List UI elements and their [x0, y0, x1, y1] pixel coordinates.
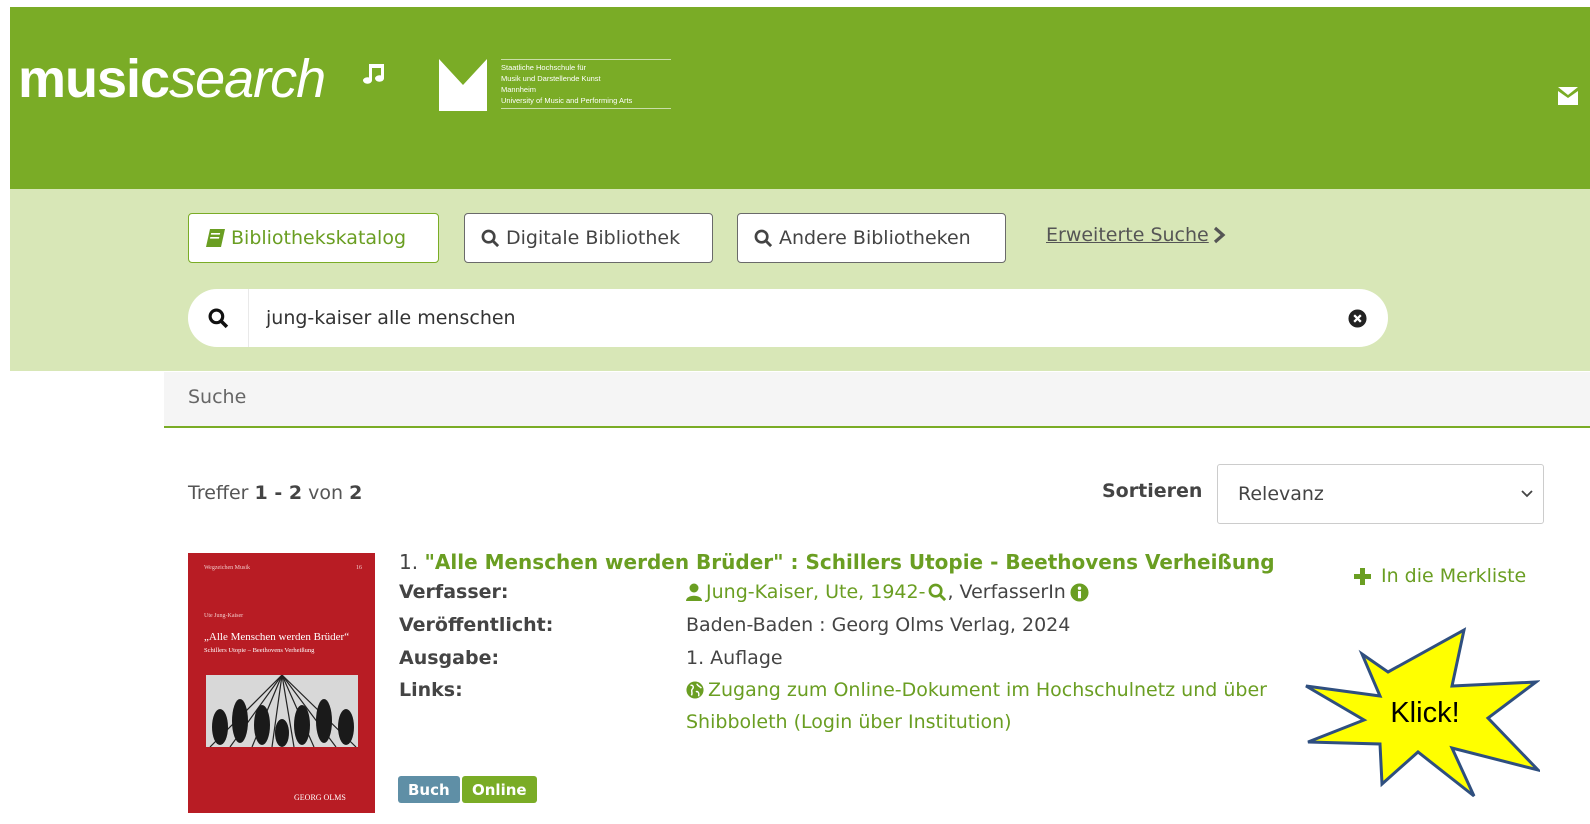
- tab-label: Bibliothekskatalog: [231, 227, 407, 249]
- info-icon[interactable]: [1070, 582, 1089, 602]
- search-bar: [188, 289, 1388, 347]
- breadcrumb: Suche: [164, 372, 1590, 428]
- sort-label: Sortieren: [1102, 480, 1203, 502]
- published-value: Baden-Baden : Georg Olms Verlag, 2024: [686, 614, 1071, 636]
- published-label: Veröffentlicht:: [399, 614, 554, 636]
- badge-online: Online: [462, 776, 537, 803]
- hochschule-logo-icon[interactable]: [439, 59, 487, 111]
- links-label: Links:: [399, 679, 463, 701]
- plus-icon: [1354, 567, 1371, 585]
- online-access-link-cont[interactable]: Shibboleth (Login über Institution): [686, 711, 1012, 733]
- edition-label: Ausgabe:: [399, 647, 500, 669]
- tab-label: Andere Bibliotheken: [779, 227, 971, 249]
- author-label: Verfasser:: [399, 581, 509, 603]
- search-input[interactable]: [266, 303, 1326, 333]
- clear-search-icon[interactable]: [1348, 309, 1367, 328]
- tab-label: Digitale Bibliothek: [506, 227, 681, 249]
- advanced-search-link[interactable]: Erweiterte Suche: [1046, 224, 1226, 246]
- search-icon[interactable]: [208, 308, 229, 329]
- book-icon: [206, 229, 225, 247]
- chevron-down-icon: [1521, 490, 1533, 498]
- sort-select[interactable]: Relevanz: [1217, 464, 1544, 524]
- sort-value: Relevanz: [1238, 483, 1324, 505]
- user-icon: [686, 583, 702, 601]
- author-link[interactable]: Jung-Kaiser, Ute, 1942-: [706, 581, 925, 603]
- search-icon: [481, 229, 500, 247]
- breadcrumb-item[interactable]: Suche: [188, 386, 246, 408]
- site-header: musicsearch Staatliche Hochschule für Mu…: [10, 7, 1590, 189]
- online-access-link[interactable]: Zugang zum Online-Dokument im Hochschuln…: [686, 679, 1267, 701]
- music-note-icon: [363, 64, 384, 84]
- chevron-right-icon: [1213, 226, 1226, 244]
- search-icon[interactable]: [928, 583, 947, 602]
- author-value: Jung-Kaiser, Ute, 1942- , VerfasserIn: [686, 581, 1089, 603]
- globe-icon: [686, 681, 704, 699]
- institution-name: Staatliche Hochschule für Musik und Dars…: [501, 59, 671, 109]
- result-title[interactable]: 1. "Alle Menschen werden Brüder" : Schil…: [399, 550, 1275, 574]
- cover-artwork: [206, 675, 358, 747]
- edition-value: 1. Auflage: [686, 647, 783, 669]
- badge-buch: Buch: [398, 776, 460, 803]
- divider: [248, 289, 249, 347]
- add-to-watchlist-button[interactable]: In die Merkliste: [1354, 565, 1526, 587]
- result-title-link[interactable]: "Alle Menschen werden Brüder" : Schiller…: [424, 550, 1274, 574]
- tab-bibliothekskatalog[interactable]: Bibliothekskatalog: [188, 213, 439, 263]
- klick-callout-text: Klick!: [1390, 697, 1460, 729]
- tab-andere-bibliotheken[interactable]: Andere Bibliotheken: [737, 213, 1006, 263]
- hit-count: Treffer 1 - 2 von 2: [188, 482, 363, 504]
- book-cover-image[interactable]: Wegzeichen Musik 16 Ute Jung-Kaiser „All…: [188, 553, 375, 813]
- tab-digitale-bibliothek[interactable]: Digitale Bibliothek: [464, 213, 713, 263]
- search-icon: [754, 229, 773, 247]
- musicsearch-logo[interactable]: musicsearch: [18, 49, 326, 109]
- envelope-icon[interactable]: [1558, 87, 1578, 105]
